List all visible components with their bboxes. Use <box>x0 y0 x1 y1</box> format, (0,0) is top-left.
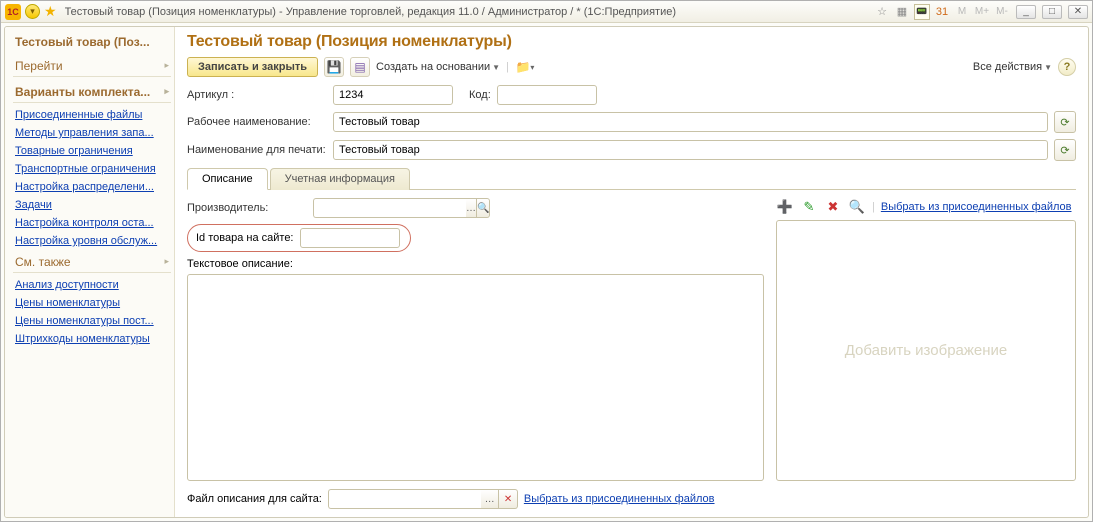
dropdown-icon: ▼ <box>1044 63 1052 72</box>
site-id-label: Id товара на сайте: <box>196 232 294 244</box>
tab-description[interactable]: Описание <box>187 168 268 190</box>
refresh-print-name-icon[interactable]: ⟳ <box>1054 139 1076 161</box>
sidebar-section-label: См. также <box>15 255 71 269</box>
sidebar-section-label: Перейти <box>15 59 63 73</box>
edit-image-icon[interactable]: ✎ <box>800 198 818 216</box>
tab-accounting[interactable]: Учетная информация <box>270 168 410 190</box>
window-title: Тестовый товар (Позиция номенклатуры) - … <box>65 6 676 18</box>
sidebar-title: Тестовый товар (Поз... <box>13 33 171 53</box>
toolbar: Записать и закрыть 💾 ▤ Создать на основа… <box>187 57 1076 77</box>
work-name-input[interactable] <box>333 112 1048 132</box>
calculator-icon[interactable]: 📟 <box>914 4 930 20</box>
create-based-label: Создать на основании <box>376 61 490 73</box>
image-toolbar: ➕ ✎ ✖ 🔍 | Выбрать из присоединенных файл… <box>776 198 1076 216</box>
close-button[interactable]: ✕ <box>1068 5 1088 19</box>
zoom-image-icon[interactable]: 🔍 <box>848 198 866 216</box>
all-actions-button[interactable]: Все действия ▼ <box>973 61 1052 73</box>
select-icon[interactable]: … <box>466 198 477 218</box>
sidebar-link-service-level[interactable]: Настройка уровня обслуж... <box>13 233 171 249</box>
sidebar-link-tasks[interactable]: Задачи <box>13 197 171 213</box>
dropdown-icon: ▼ <box>492 63 500 72</box>
article-label: Артикул : <box>187 89 327 101</box>
add-image-placeholder: Добавить изображение <box>845 342 1008 359</box>
m-plus-button[interactable]: M+ <box>974 4 990 20</box>
nav-dropdown-icon[interactable]: ▾ <box>25 4 40 19</box>
list-icon[interactable]: ▤ <box>350 57 370 77</box>
select-icon[interactable]: … <box>481 489 500 509</box>
calendar-icon[interactable]: 31 <box>934 4 950 20</box>
manufacturer-label: Производитель: <box>187 202 307 214</box>
manufacturer-input[interactable] <box>313 198 466 218</box>
work-name-label: Рабочее наименование: <box>187 116 327 128</box>
sidebar-link-supplier-prices[interactable]: Цены номенклатуры пост... <box>13 313 171 329</box>
sidebar-link-transport-limits[interactable]: Транспортные ограничения <box>13 161 171 177</box>
favorite-icon[interactable]: ☆ <box>874 4 890 20</box>
delete-image-icon[interactable]: ✖ <box>824 198 842 216</box>
pick-attached-link[interactable]: Выбрать из присоединенных файлов <box>881 201 1072 213</box>
save-icon[interactable]: 💾 <box>324 57 344 77</box>
app-window: 1C ▾ ★ Тестовый товар (Позиция номенклат… <box>0 0 1093 522</box>
minimize-button[interactable]: _ <box>1016 5 1036 19</box>
sidebar-link-barcodes[interactable]: Штрихкоды номенклатуры <box>13 331 171 347</box>
chevron-icon: ▸ <box>164 256 169 267</box>
code-label: Код: <box>469 89 491 101</box>
desc-file-input[interactable] <box>328 489 481 509</box>
text-desc-label: Текстовое описание: <box>187 258 764 270</box>
tabs: Описание Учетная информация <box>187 167 1076 190</box>
sidebar-link-product-limits[interactable]: Товарные ограничения <box>13 143 171 159</box>
clear-icon[interactable]: ✕ <box>499 489 518 509</box>
sidebar-section-goto[interactable]: Перейти ▸ <box>13 55 171 77</box>
site-id-highlight: Id товара на сайте: <box>187 224 411 252</box>
chevron-icon: ▸ <box>164 60 169 71</box>
article-input[interactable] <box>333 85 453 105</box>
refresh-work-name-icon[interactable]: ⟳ <box>1054 111 1076 133</box>
desc-file-label: Файл описания для сайта: <box>187 493 322 505</box>
sidebar-link-stock-methods[interactable]: Методы управления запа... <box>13 125 171 141</box>
sidebar-link-attached-files[interactable]: Присоединенные файлы <box>13 107 171 123</box>
app-logo-icon: 1C <box>5 4 21 20</box>
favorite-star-icon[interactable]: ★ <box>44 3 57 20</box>
page-title: Тестовый товар (Позиция номенклатуры) <box>187 33 1076 51</box>
text-desc-textarea[interactable] <box>187 274 764 481</box>
sidebar-section-seealso[interactable]: См. также ▸ <box>13 251 171 273</box>
m-button[interactable]: M <box>954 4 970 20</box>
search-icon[interactable]: 🔍 <box>477 198 490 218</box>
sidebar-section-label: Варианты комплекта... <box>15 85 150 99</box>
sidebar-link-distribution[interactable]: Настройка распределени... <box>13 179 171 195</box>
sidebar-link-availability[interactable]: Анализ доступности <box>13 277 171 293</box>
main-content: Тестовый товар (Позиция номенклатуры) За… <box>175 27 1088 517</box>
site-id-input[interactable] <box>300 228 400 248</box>
code-input[interactable] <box>497 85 597 105</box>
maximize-button[interactable]: □ <box>1042 5 1062 19</box>
folder-icon[interactable]: 📁▾ <box>515 57 535 77</box>
print-name-input[interactable] <box>333 140 1048 160</box>
sidebar-link-prices[interactable]: Цены номенклатуры <box>13 295 171 311</box>
help-icon[interactable]: ? <box>1058 58 1076 76</box>
image-drop-area[interactable]: Добавить изображение <box>776 220 1076 481</box>
save-and-close-button[interactable]: Записать и закрыть <box>187 57 318 77</box>
print-name-label: Наименование для печати: <box>187 144 327 156</box>
chevron-icon: ▸ <box>164 86 169 97</box>
titlebar: 1C ▾ ★ Тестовый товар (Позиция номенклат… <box>1 1 1092 23</box>
pick-attached-link-2[interactable]: Выбрать из присоединенных файлов <box>524 493 715 505</box>
all-actions-label: Все действия <box>973 61 1042 73</box>
m-minus-button[interactable]: M- <box>994 4 1010 20</box>
sidebar-link-balance-control[interactable]: Настройка контроля оста... <box>13 215 171 231</box>
create-based-on-button[interactable]: Создать на основании ▼ <box>376 61 500 73</box>
sidebar: Тестовый товар (Поз... Перейти ▸ Вариант… <box>5 27 175 517</box>
sidebar-section-variants[interactable]: Варианты комплекта... ▸ <box>13 81 171 103</box>
grid-icon[interactable]: ▦ <box>894 4 910 20</box>
add-image-icon[interactable]: ➕ <box>776 198 794 216</box>
